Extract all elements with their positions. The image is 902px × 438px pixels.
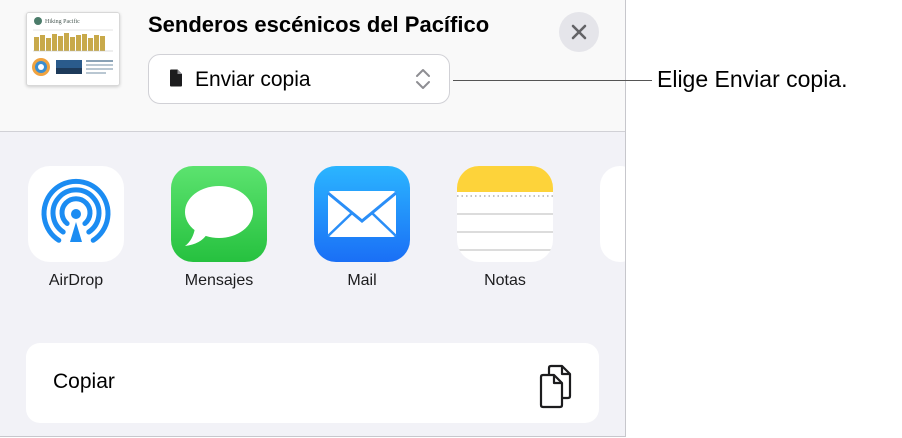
app-notes[interactable]: Notas <box>450 166 560 290</box>
app-label-messages: Mensajes <box>184 272 254 289</box>
app-label-mail: Mail <box>347 272 377 289</box>
chevron-up-down-icon <box>416 69 430 89</box>
callout-text: Elige Enviar copia. <box>657 66 848 92</box>
airdrop-icon <box>41 178 111 243</box>
app-row: AirDrop Mensajes Mail Notas <box>0 132 625 312</box>
mail-icon <box>327 191 397 237</box>
callout-leader-line <box>453 80 652 81</box>
messages-icon <box>185 186 253 246</box>
mail-tile <box>314 166 410 262</box>
app-messages[interactable]: Mensajes <box>164 166 274 290</box>
notes-tile <box>457 166 553 262</box>
share-sheet: Hiking Pacific Senderos escénicos del Pa… <box>0 0 626 437</box>
app-next-partial[interactable] <box>600 166 625 262</box>
app-airdrop[interactable]: AirDrop <box>21 166 131 290</box>
document-thumbnail: Hiking Pacific <box>26 12 120 86</box>
share-sheet-header: Hiking Pacific Senderos escénicos del Pa… <box>0 0 625 132</box>
send-mode-button[interactable]: Enviar copia <box>148 54 450 104</box>
thumbnail-title: Hiking Pacific <box>45 18 80 25</box>
messages-tile <box>171 166 267 262</box>
close-icon <box>571 24 587 40</box>
airdrop-tile <box>28 166 124 262</box>
send-mode-label: Enviar copia <box>195 68 311 91</box>
copy-label: Copiar <box>53 370 115 393</box>
copy-action[interactable]: Copiar <box>26 343 599 423</box>
app-label-notes: Notas <box>484 272 526 289</box>
close-button[interactable] <box>559 12 599 52</box>
copy-icon <box>539 364 572 409</box>
document-icon <box>170 69 182 87</box>
document-title: Senderos escénicos del Pacífico <box>148 12 490 37</box>
notes-icon <box>457 166 553 251</box>
app-mail[interactable]: Mail <box>307 166 417 290</box>
thumbnail-preview: Hiking Pacific <box>27 13 119 85</box>
app-label-airdrop: AirDrop <box>48 272 104 289</box>
